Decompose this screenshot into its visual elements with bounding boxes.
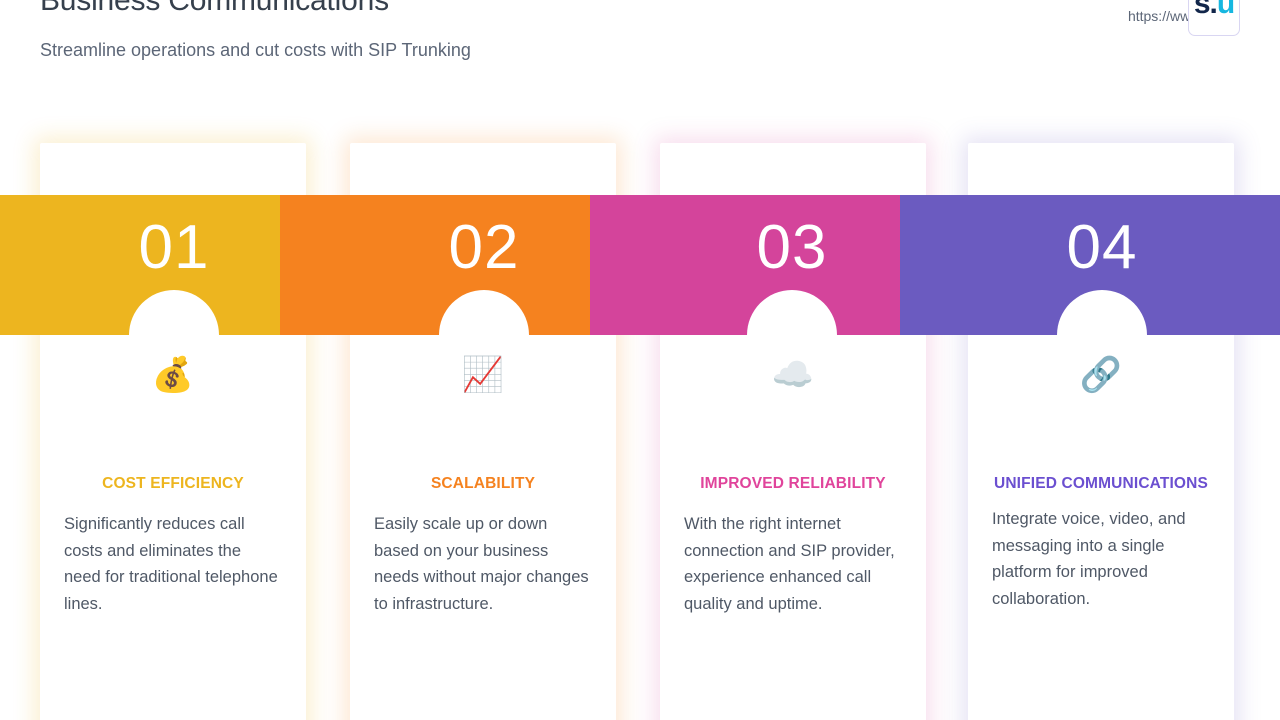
page-title: Business Communications [40, 0, 389, 17]
step-card-1[interactable]: 💰 COST EFFICIENCY Significantly reduces … [40, 143, 306, 720]
brand-logo-text: s.u [1193, 0, 1235, 20]
step-card-2[interactable]: 📈 SCALABILITY Easily scale up or down ba… [350, 143, 616, 720]
step-card-body: 🔗 UNIFIED COMMUNICATIONS Integrate voice… [968, 355, 1234, 612]
page-header: Business Communications Streamline opera… [0, 0, 1280, 130]
brand-logo-text-cyan: u [1216, 0, 1235, 20]
step-description: With the right internet connection and S… [684, 515, 895, 613]
step-card-body: 📈 SCALABILITY Easily scale up or down ba… [350, 355, 616, 617]
step-heading: SCALABILITY [430, 475, 536, 492]
page-subtitle: Streamline operations and cut costs with… [40, 40, 471, 60]
step-description: Significantly reduces call costs and eli… [64, 515, 278, 613]
chart-increasing-icon: 📈 [461, 356, 505, 394]
money-bag-icon: 💰 [151, 356, 195, 394]
step-card-3[interactable]: ☁️ IMPROVED RELIABILITY With the right i… [660, 143, 926, 720]
step-card-4[interactable]: 🔗 UNIFIED COMMUNICATIONS Integrate voice… [968, 143, 1234, 720]
link-chain-icon: 🔗 [1079, 356, 1123, 394]
step-description: Integrate voice, video, and messaging in… [992, 510, 1186, 608]
step-heading: IMPROVED RELIABILITY [700, 475, 886, 492]
brand-logo[interactable]: s.u [1188, 0, 1240, 36]
cloud-icon: ☁️ [771, 356, 815, 394]
step-description: Easily scale up or down based on your bu… [374, 515, 589, 613]
step-heading: COST EFFICIENCY [102, 475, 244, 492]
steps-card-row: 💰 COST EFFICIENCY Significantly reduces … [0, 143, 1280, 720]
step-card-body: 💰 COST EFFICIENCY Significantly reduces … [40, 355, 306, 617]
step-card-body: ☁️ IMPROVED RELIABILITY With the right i… [660, 355, 926, 617]
brand-logo-text-dark: s. [1193, 0, 1218, 20]
step-heading: UNIFIED COMMUNICATIONS [994, 475, 1208, 492]
